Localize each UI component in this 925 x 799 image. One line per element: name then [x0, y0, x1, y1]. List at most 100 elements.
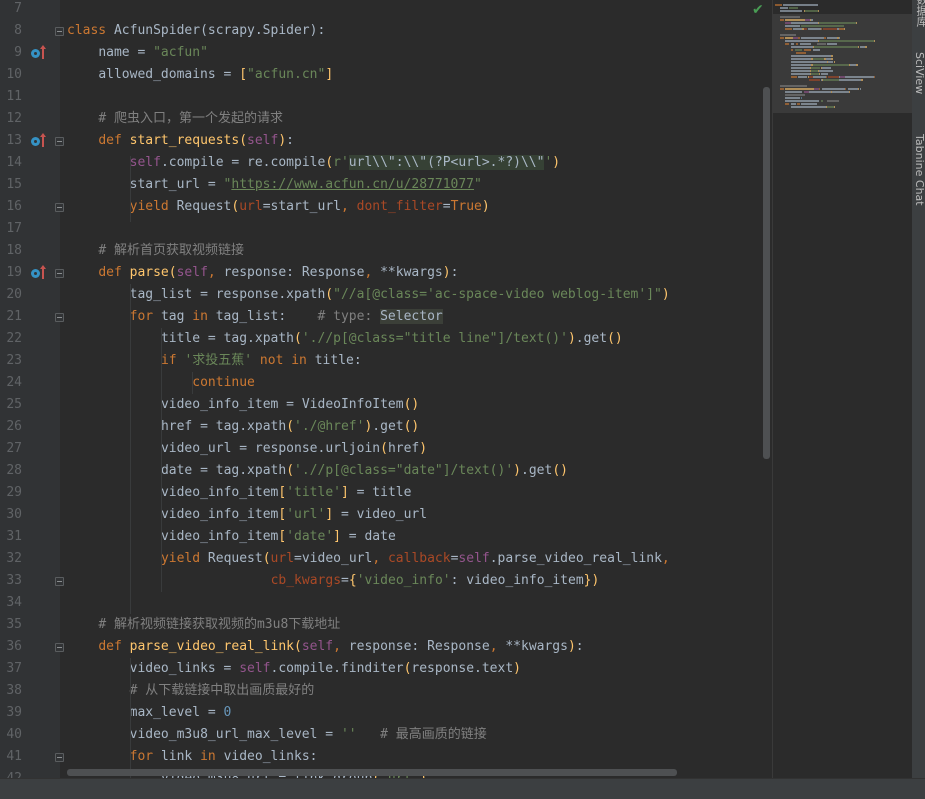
- fold-marker-icon[interactable]: [55, 313, 64, 322]
- code-line[interactable]: def start_requests(self):: [98, 130, 294, 152]
- line-number: 28: [6, 463, 22, 478]
- minimap-line: [845, 76, 874, 78]
- code-token-fn: (): [607, 331, 623, 346]
- code-line[interactable]: video_info_item['date'] = date: [161, 526, 396, 548]
- code-line[interactable]: self.compile = re.compile(r'url\\":\\"(?…: [130, 152, 560, 174]
- line-number: 37: [6, 661, 22, 676]
- code-line[interactable]: video_m3u8_url_max_level = '' # 最高画质的链接: [130, 724, 487, 746]
- code-editor[interactable]: class AcfunSpider(scrapy.Spider): name = …: [60, 0, 772, 778]
- fold-marker-icon[interactable]: [55, 577, 64, 586]
- code-line[interactable]: for tag in tag_list: # type: Selector: [130, 306, 443, 328]
- code-token-self: self: [247, 133, 279, 148]
- code-token-kw: continue: [192, 375, 255, 390]
- code-token-kw: ,: [372, 551, 388, 566]
- fold-marker-icon[interactable]: [55, 137, 64, 146]
- minimap-line: [790, 46, 813, 48]
- code-token-plain: **kwargs: [505, 639, 568, 654]
- vertical-scrollbar[interactable]: [763, 87, 770, 459]
- code-token-fn: ): [567, 331, 576, 346]
- code-line[interactable]: allowed_domains = ["acfun.cn"]: [98, 64, 333, 86]
- fold-marker-icon[interactable]: [55, 753, 64, 762]
- code-line[interactable]: # 解析视频链接获取视频的m3u8下载地址: [98, 614, 340, 636]
- minimap-line: [801, 37, 825, 39]
- code-line[interactable]: def parse(self, response: Response, **kw…: [98, 262, 458, 284]
- minimap-line: [808, 91, 831, 93]
- fold-marker-icon[interactable]: [55, 27, 64, 36]
- minimap-line: [811, 19, 813, 21]
- line-number: 33: [6, 573, 22, 588]
- minimap-line: [795, 43, 799, 45]
- fold-marker-icon[interactable]: [55, 203, 64, 212]
- code-line[interactable]: for link in video_links:: [130, 746, 318, 768]
- override-method-icon[interactable]: [31, 265, 47, 280]
- code-line[interactable]: def parse_video_real_link(self, response…: [98, 636, 583, 658]
- minimap-line: [808, 79, 821, 81]
- code-line[interactable]: video_links = self.compile.finditer(resp…: [130, 658, 521, 680]
- code-line[interactable]: title = tag.xpath('.//p[@class="title li…: [161, 328, 623, 350]
- code-token-plain: .parse_video_real_link: [489, 551, 662, 566]
- code-token-fn: (: [168, 265, 177, 280]
- minimap-line: [790, 103, 796, 105]
- code-line[interactable]: # 解析首页获取视频链接: [98, 240, 244, 262]
- code-line[interactable]: video_info_item['title'] = title: [161, 482, 411, 504]
- minimap-line: [820, 100, 824, 102]
- line-number: 38: [6, 683, 22, 698]
- code-line[interactable]: cb_kwargs={'video_info': video_info_item…: [271, 570, 600, 592]
- code-line[interactable]: start_url = "https://www.acfun.cn/u/2877…: [130, 174, 482, 196]
- code-line[interactable]: # 爬虫入口，第一个发起的请求: [98, 108, 283, 130]
- code-token-cmt: # 解析视频链接获取视频的m3u8下载地址: [98, 617, 341, 632]
- code-line[interactable]: yield Request(url=video_url, callback=se…: [161, 548, 670, 570]
- code-line[interactable]: href = tag.xpath('./@href').get(): [161, 416, 419, 438]
- editor-gutter: 7 8 9 10 11 12 13 14 15 16 17 18 19 20 21 22 23 24 25 26 27 2…: [0, 0, 60, 786]
- minimap-line: [798, 76, 808, 78]
- code-token-cmt: # 爬虫入口，第一个发起的请求: [98, 111, 283, 126]
- tool-window-database[interactable]: 数据库: [913, 0, 925, 27]
- line-number: 29: [6, 485, 22, 500]
- minimap-line: [803, 49, 812, 51]
- fold-marker-icon[interactable]: [55, 269, 64, 278]
- horizontal-scrollbar[interactable]: [67, 769, 677, 776]
- minimap-line: [780, 16, 800, 18]
- code-token-fn: (): [552, 463, 568, 478]
- code-token-kw: yield: [129, 199, 177, 214]
- code-token-kw: ,: [661, 551, 670, 566]
- tool-window-sciview[interactable]: SciView: [913, 52, 925, 94]
- code-line[interactable]: tag_list = response.xpath("//a[@class='a…: [130, 284, 670, 306]
- minimap-line: [855, 22, 857, 24]
- fold-marker-icon[interactable]: [55, 643, 64, 652]
- tool-window-tabnine-chat[interactable]: Tabnine Chat: [913, 134, 925, 206]
- line-number: 41: [6, 749, 22, 764]
- minimap-line: [828, 76, 839, 78]
- code-line[interactable]: class AcfunSpider(scrapy.Spider):: [67, 20, 325, 42]
- override-method-icon[interactable]: [31, 45, 47, 60]
- code-line[interactable]: # 从下载链接中取出画质最好的: [130, 680, 315, 702]
- code-line[interactable]: name = "acfun": [98, 42, 208, 64]
- line-number: 25: [6, 397, 22, 412]
- minimap[interactable]: [772, 0, 913, 778]
- minimap-line: [797, 103, 800, 105]
- code-line[interactable]: video_url = response.urljoin(href): [161, 438, 427, 460]
- code-line[interactable]: date = tag.xpath('.//p[@class="date"]/te…: [161, 460, 568, 482]
- code-line[interactable]: continue: [192, 372, 255, 394]
- override-method-icon[interactable]: [31, 133, 47, 148]
- code-line[interactable]: yield Request(url=start_url, dont_filter…: [130, 196, 490, 218]
- minimap-line: [830, 55, 834, 57]
- minimap-line: [821, 22, 855, 24]
- line-number: 19: [6, 265, 22, 280]
- code-token-fn: ): [513, 463, 521, 478]
- line-number: 39: [6, 705, 22, 720]
- code-token-cmt: # 解析首页获取视频链接: [98, 243, 244, 258]
- minimap-line: [793, 28, 803, 30]
- minimap-line: [827, 37, 838, 39]
- code-line[interactable]: max_level = 0: [130, 702, 232, 724]
- code-token-plain: .compile.finditer: [270, 661, 404, 676]
- code-token-cmt: # 最高画质的链接: [380, 727, 487, 742]
- minimap-line: [855, 64, 859, 66]
- code-line[interactable]: video_info_item = VideoInfoItem(): [161, 394, 419, 416]
- code-token-plain: response.text: [411, 661, 514, 676]
- checkmark-icon[interactable]: ✔: [752, 2, 764, 18]
- code-line[interactable]: video_info_item['url'] = video_url: [161, 504, 427, 526]
- code-token-plain: .get: [372, 419, 404, 434]
- code-line[interactable]: if '求投五蕉' not in title:: [161, 350, 362, 372]
